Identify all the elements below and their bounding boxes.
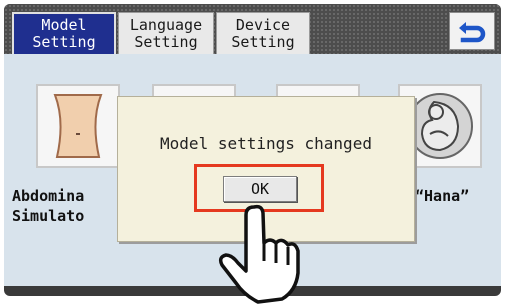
ok-button[interactable]: OK <box>223 176 297 202</box>
tab-label-line1: Model <box>41 16 87 34</box>
tab-label-line1: Device <box>235 15 291 34</box>
model-label-hana: “Hana” <box>415 187 470 205</box>
model-card-abdominal[interactable] <box>36 84 120 168</box>
tab-bar: Model Setting Language Setting Device Se… <box>4 4 501 54</box>
tab-label-line2: Setting <box>231 32 295 51</box>
model-label-abdominal: Abdomina Simulato <box>12 187 85 225</box>
pointing-hand-icon <box>218 204 300 304</box>
tab-device-setting[interactable]: Device Setting <box>216 12 310 54</box>
back-button[interactable] <box>449 12 495 50</box>
tab-language-setting[interactable]: Language Setting <box>118 12 214 54</box>
tab-label-line2: Setting <box>134 32 198 51</box>
abdomen-icon <box>53 94 103 158</box>
dialog-message: Model settings changed <box>160 134 372 153</box>
return-arrow-icon <box>459 22 486 43</box>
tab-label-line2: Setting <box>32 33 96 51</box>
tab-label-line1: Language <box>129 15 203 34</box>
tab-model-setting[interactable]: Model Setting <box>12 12 116 54</box>
